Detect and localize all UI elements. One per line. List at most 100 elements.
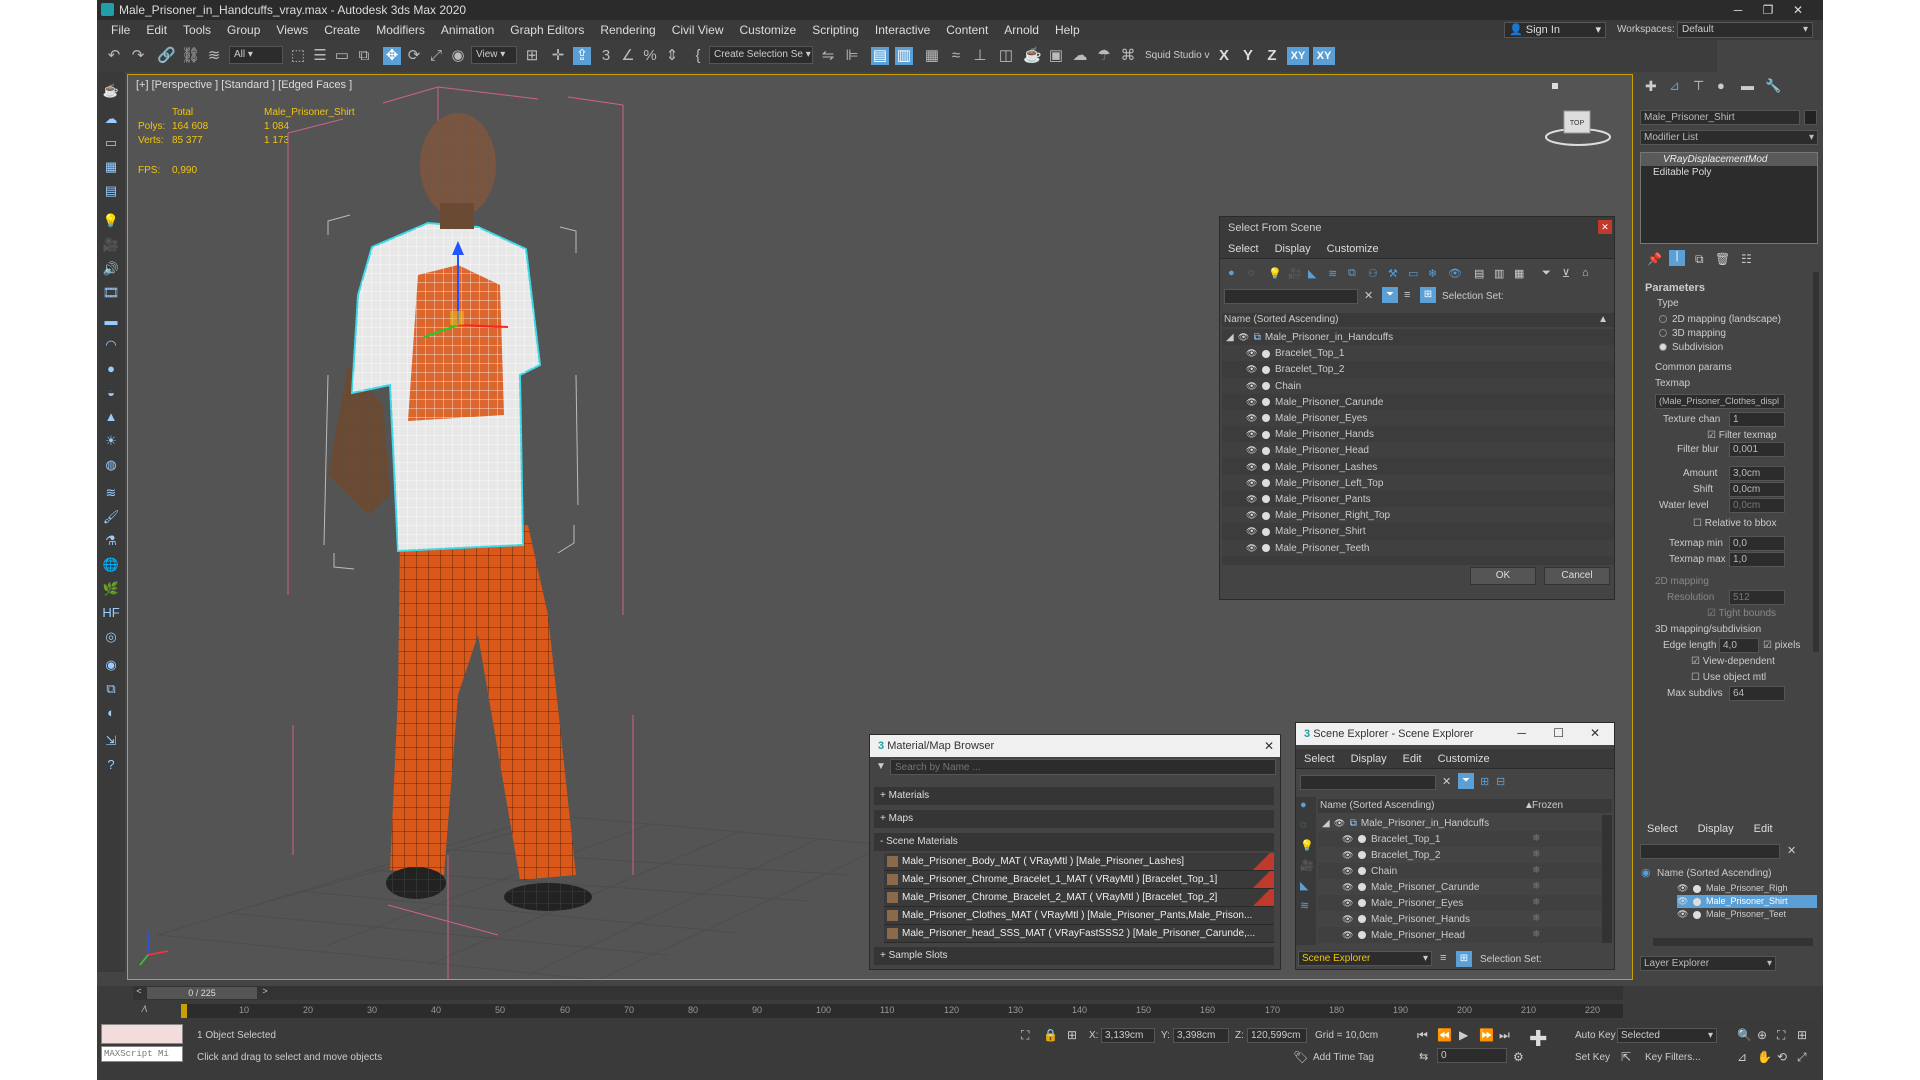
filter-selected-icon[interactable]: ⏷ (1382, 287, 1398, 303)
hierarchy-icon[interactable]: ⊞ (1420, 287, 1436, 303)
se-menu-edit[interactable]: Edit (1395, 749, 1430, 769)
scene-explorer-header[interactable]: Name (Sorted Ascending) Frozen ▲ (1318, 799, 1612, 813)
eye-icon[interactable]: 👁 (1246, 442, 1262, 458)
time-slider[interactable]: < 0 / 225 > (133, 986, 1623, 1000)
key-pointer-icon[interactable]: ⇱ (1621, 1050, 1631, 1064)
time-config-icon[interactable]: ⚙ (1513, 1050, 1524, 1064)
tree-root-row[interactable]: ◢ 👁 ⧉ Male_Prisoner_in_Handcuffs (1322, 815, 1606, 831)
menu-rendering[interactable]: Rendering (592, 20, 663, 40)
search-input[interactable] (1224, 289, 1358, 304)
schematic-view-icon[interactable]: ⊥ (971, 47, 989, 65)
object-color-swatch[interactable] (1804, 110, 1817, 125)
named-selection-dropdown[interactable]: Create Selection Se ▾ (709, 46, 813, 64)
create-panel-icon[interactable]: ▤ (102, 182, 120, 200)
tree-row[interactable]: 👁 Male_Prisoner_Hands (1222, 426, 1614, 442)
eye-icon[interactable]: 👁 (1246, 523, 1262, 539)
placement-icon[interactable]: ◉ (449, 47, 467, 65)
utilities-tab-icon[interactable]: 🔧 (1765, 78, 1781, 94)
shift-spinner[interactable]: 0,0cm (1729, 482, 1785, 497)
select-by-name-icon[interactable]: ☰ (311, 47, 329, 65)
create-layers-icon[interactable]: ⧉ (102, 680, 120, 698)
next-frame-icon[interactable]: > (259, 986, 271, 1000)
eye-icon[interactable]: 👁 (1342, 911, 1358, 927)
tree-row[interactable]: 👁 Male_Prisoner_Lashes (1222, 459, 1614, 475)
create-cone-icon[interactable]: ▲ (102, 408, 120, 426)
rotate-icon[interactable]: ⟳ (405, 47, 423, 65)
align-icon[interactable]: ⊫ (843, 47, 861, 65)
eye-icon[interactable]: 👁 (1246, 540, 1262, 556)
x-coord-field[interactable]: 3,139cm (1101, 1028, 1155, 1043)
set-key-button[interactable]: Set Key (1575, 1052, 1610, 1063)
tree-row[interactable]: 👁 Bracelet_Top_2 (1222, 361, 1614, 377)
orbit-icon[interactable]: ⟲ (1777, 1050, 1787, 1064)
amount-spinner[interactable]: 3,0cm (1729, 466, 1785, 481)
water-level-spinner[interactable]: 0,0cm (1729, 498, 1785, 513)
eye-icon[interactable]: 👁 (1246, 410, 1262, 426)
filter-groups-icon[interactable]: ⧉ (1348, 267, 1356, 280)
close-icon[interactable]: ✕ (1590, 726, 1600, 740)
material-item[interactable]: Male_Prisoner_Clothes_MAT ( VRayMtl ) [M… (884, 907, 1274, 925)
rect-region-icon[interactable]: ▭ (333, 47, 351, 65)
filter-texmap-checkbox[interactable]: ☑ Filter texmap (1707, 430, 1777, 441)
material-item[interactable]: Male_Prisoner_head_SSS_MAT ( VRayFastSSS… (884, 925, 1274, 943)
se-menu-customize[interactable]: Customize (1430, 749, 1498, 769)
ok-button[interactable]: OK (1470, 567, 1536, 585)
tight-bounds-checkbox[interactable]: ☑ Tight bounds (1707, 608, 1776, 619)
layer-icon[interactable]: ⊟ (1496, 775, 1505, 788)
layers-icon[interactable]: ≡ (1440, 952, 1446, 964)
filter-xrefs-icon[interactable]: ⚇ (1368, 267, 1378, 280)
display-none-icon[interactable]: ◉ (1641, 866, 1651, 879)
tree-row[interactable]: 👁 Male_Prisoner_Pants (1222, 491, 1614, 507)
eye-icon[interactable]: 👁 (1246, 459, 1262, 475)
menu-group[interactable]: Group (219, 20, 268, 40)
move-icon[interactable]: ✥ (383, 47, 401, 65)
mini-name-header[interactable]: Name (Sorted Ascending) (1657, 868, 1772, 879)
invert-selection-icon[interactable]: ▦ (1514, 267, 1524, 280)
eye-icon[interactable]: 👁 (1677, 895, 1693, 908)
eye-icon[interactable]: 👁 (1334, 815, 1350, 831)
mini-menu-select[interactable]: Select (1637, 820, 1688, 838)
sfs-menu-display[interactable]: Display (1267, 239, 1319, 259)
previous-frame-icon[interactable]: ⏪ (1437, 1028, 1452, 1042)
viewcube[interactable]: TOP (1545, 83, 1611, 146)
close-icon[interactable]: ✕ (1264, 739, 1274, 753)
go-to-start-icon[interactable]: ⏮ (1417, 1028, 1428, 1043)
y-coord-field[interactable]: 3,398cm (1173, 1028, 1229, 1043)
current-frame-field[interactable]: 0 (1437, 1048, 1507, 1063)
constrain-xy-button[interactable]: XY (1287, 47, 1309, 65)
create-light-icon[interactable]: 💡 (102, 212, 120, 230)
snap-toggle-icon[interactable]: 3 (597, 47, 615, 65)
configure-sets-icon[interactable]: ☷ (1741, 252, 1752, 266)
create-target-icon[interactable]: ◎ (102, 628, 120, 646)
add-time-tag-button[interactable]: Add Time Tag (1313, 1052, 1374, 1063)
bind-spacewarp-icon[interactable]: ≋ (205, 47, 223, 65)
mini-list-item[interactable]: 👁 Male_Prisoner_Shirt (1677, 895, 1817, 908)
tree-row[interactable]: 👁 Bracelet_Top_1 ❄ (1318, 831, 1602, 847)
name-column-header[interactable]: Name (Sorted Ascending) ▲ (1222, 313, 1614, 327)
eye-icon[interactable]: 👁 (1342, 831, 1358, 847)
hierarchy-icon[interactable]: ⊞ (1456, 951, 1472, 967)
eye-icon[interactable]: 👁 (1246, 426, 1262, 442)
rendered-frame-icon[interactable]: ▣ (1047, 47, 1065, 65)
tree-row[interactable]: 👁 Chain (1222, 377, 1614, 394)
percent-snap-icon[interactable]: % (641, 47, 659, 65)
pan-view-icon[interactable]: ✋ (1757, 1050, 1772, 1064)
mini-search-input[interactable] (1640, 844, 1780, 859)
minimize-icon[interactable]: ─ (1517, 726, 1526, 740)
mirror-icon[interactable]: ⇋ (819, 47, 837, 65)
window-crossing-icon[interactable]: ⧉ (355, 47, 373, 65)
material-item[interactable]: Male_Prisoner_Body_MAT ( VRayMtl ) [Male… (884, 853, 1274, 871)
filter-blur-spinner[interactable]: 0,001 (1729, 442, 1785, 457)
hierarchy-tab-icon[interactable]: ⊤ (1693, 78, 1704, 94)
eye-icon[interactable]: 👁 (1246, 361, 1262, 377)
menu-civil-view[interactable]: Civil View (664, 20, 732, 40)
relative-bbox-checkbox[interactable]: ☐ Relative to bbox (1693, 518, 1776, 529)
layer-explorer-icon[interactable]: ▥ (895, 47, 913, 65)
keyboard-shortcut-icon[interactable]: ⇪ (573, 47, 591, 65)
menu-create[interactable]: Create (316, 20, 368, 40)
mini-list-item[interactable]: 👁 Male_Prisoner_Righ (1677, 882, 1817, 895)
view-dependent-checkbox[interactable]: ☑ View-dependent (1691, 656, 1775, 667)
field-of-view-icon[interactable]: ⊿ (1737, 1050, 1747, 1064)
create-toggle-icon[interactable]: ◐ (102, 704, 120, 722)
create-fur-icon[interactable]: ≋ (102, 484, 120, 502)
